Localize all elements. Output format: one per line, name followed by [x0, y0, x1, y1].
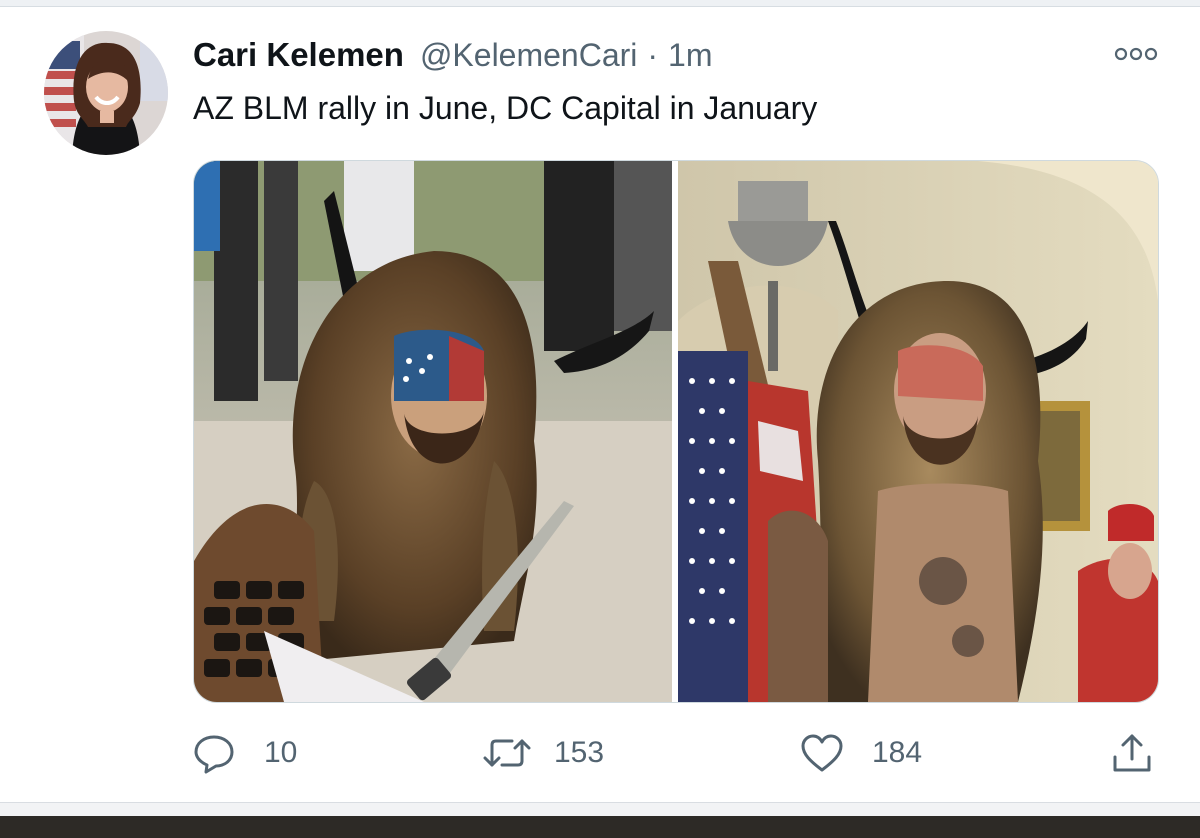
tweet-card[interactable]: Cari Kelemen @KelemenCari · 1m AZ BLM ra… — [0, 7, 1200, 802]
reply-count: 10 — [264, 736, 298, 769]
reply-icon — [194, 735, 234, 774]
heart-icon — [801, 734, 843, 772]
photo-dc-capitol[interactable] — [678, 161, 1158, 702]
tweet-header: Cari Kelemen @KelemenCari · 1m — [193, 36, 713, 80]
photo-az-rally-image — [194, 161, 672, 702]
share-button[interactable] — [1110, 728, 1154, 778]
reply-button[interactable]: 10 — [192, 728, 297, 778]
separator-dot: · — [647, 37, 659, 73]
avatar-image — [44, 31, 168, 155]
retweet-count: 153 — [554, 736, 605, 769]
bottom-bar — [0, 816, 1200, 838]
photo-az-rally[interactable] — [194, 161, 672, 702]
author-name[interactable]: Cari Kelemen — [193, 36, 404, 74]
bottom-divider — [0, 802, 1200, 817]
avatar[interactable] — [44, 31, 168, 155]
tweet-time[interactable]: 1m — [668, 37, 712, 74]
share-icon — [1113, 734, 1151, 772]
like-count: 184 — [872, 736, 923, 769]
retweet-button[interactable]: 153 — [482, 728, 604, 778]
author-handle[interactable]: @KelemenCari — [420, 37, 637, 74]
photo-dc-capitol-image — [678, 161, 1158, 702]
tweet-text: AZ BLM rally in June, DC Capital in Janu… — [193, 90, 818, 126]
like-button[interactable]: 184 — [800, 728, 922, 778]
media-grid — [193, 160, 1159, 703]
more-options-icon — [1114, 47, 1158, 61]
more-options-button[interactable] — [1112, 43, 1160, 65]
retweet-icon — [483, 739, 531, 767]
